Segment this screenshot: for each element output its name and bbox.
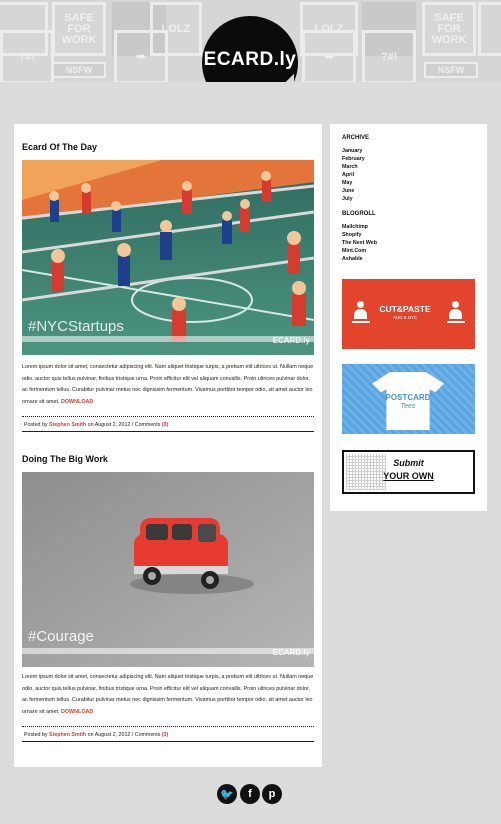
main-content: Ecard Of The Day #NYCStartups ECARD.ly L…: [14, 124, 322, 767]
image-hashtag: #NYCStartups: [28, 318, 124, 335]
comments-link[interactable]: (3): [162, 422, 168, 428]
blogroll-item[interactable]: Ashable: [342, 255, 377, 263]
post-title[interactable]: Ecard Of The Day: [22, 142, 314, 152]
header-tile: SAFE FOR WORK: [52, 2, 106, 56]
comments-link[interactable]: (3): [162, 732, 168, 738]
twitter-icon[interactable]: 🐦: [217, 784, 237, 804]
archive-item[interactable]: March: [342, 163, 365, 171]
blogroll-item[interactable]: Mailchimp: [342, 223, 377, 231]
post-body: Lorem ipsum dolor sit amet, consectetur …: [22, 674, 314, 715]
blogroll-list: Mailchimp Shopify The Next Web Mint.Com …: [342, 223, 377, 263]
cutpaste-banner[interactable]: CUT&PASTE AUG 8 NYC: [342, 279, 475, 349]
submit-your-own-banner[interactable]: Submit YOUR OWN: [342, 450, 475, 494]
facebook-icon[interactable]: f: [240, 784, 260, 804]
arrow-icon: ➥: [114, 30, 168, 82]
sidebar: ARCHIVE January February March April May…: [330, 124, 487, 511]
pinterest-icon[interactable]: p: [262, 784, 282, 804]
cutpaste-subtitle: AUG 8 NYC: [392, 315, 418, 320]
image-watermark: ECARD.ly: [272, 336, 310, 345]
blogroll-item[interactable]: Shopify: [342, 231, 377, 239]
header-tile: [478, 2, 501, 56]
image-hashtag: #Courage: [28, 628, 94, 645]
arrow-icon: ➥: [302, 30, 356, 82]
image-watermark: ECARD.ly: [272, 648, 310, 657]
post-image-car[interactable]: #Courage ECARD.ly: [22, 472, 314, 667]
post-body: Lorem ipsum dolor sit amet, consectetur …: [22, 364, 314, 405]
author-link[interactable]: Stephen Smith: [49, 732, 86, 738]
ecard-logo[interactable]: ECARD.ly: [202, 16, 298, 82]
archive-item[interactable]: May: [342, 179, 365, 187]
post: Doing The Big Work #Courage ECARD.ly Lor…: [22, 454, 314, 742]
download-link[interactable]: DOWNLOAD: [61, 709, 93, 715]
post-image-foosball[interactable]: #NYCStartups ECARD.ly: [22, 160, 314, 355]
archive-item[interactable]: January: [342, 147, 365, 155]
archive-item[interactable]: June: [342, 187, 365, 195]
person-icon: [447, 301, 465, 323]
header-pattern: SAFE FOR WORK LOLZ ?#! ➥ NSFW LOLZ SAFE …: [0, 0, 501, 82]
person-icon: [352, 301, 370, 323]
archive-heading: ARCHIVE: [342, 135, 370, 141]
author-link[interactable]: Stephen Smith: [49, 422, 86, 428]
archive-item[interactable]: February: [342, 155, 365, 163]
post-meta: Posted by Stephen Smith on August 2, 201…: [22, 416, 314, 432]
blogroll-item[interactable]: The Next Web: [342, 239, 377, 247]
blogroll-item[interactable]: Mint.Com: [342, 247, 377, 255]
download-link[interactable]: DOWNLOAD: [61, 399, 93, 405]
cutpaste-title: CUT&PASTE: [379, 304, 431, 314]
logo-text: ECARD.ly: [203, 49, 297, 70]
submit-bottom-text: YOUR OWN: [383, 471, 434, 481]
postcard-tees-banner[interactable]: POSTCARD Tees: [342, 364, 475, 434]
blogroll-heading: BLOGROLL: [342, 211, 376, 217]
postcard-subtitle: Tees: [400, 403, 416, 410]
post: Ecard Of The Day #NYCStartups ECARD.ly L…: [22, 142, 314, 432]
postcard-title: POSTCARD: [385, 393, 431, 402]
archive-list: January February March April May June Ju…: [342, 147, 365, 203]
header-strip: NSFW: [424, 62, 478, 78]
header-tile: ?#!: [0, 30, 54, 82]
header-tile: ?#!: [362, 30, 416, 82]
archive-item[interactable]: July: [342, 195, 365, 203]
post-meta: Posted by Stephen Smith on August 2, 201…: [22, 726, 314, 742]
submit-top-text: Submit: [393, 458, 424, 468]
archive-item[interactable]: April: [342, 171, 365, 179]
logo-peel-icon: [264, 74, 294, 82]
post-title[interactable]: Doing The Big Work: [22, 454, 314, 464]
header-tile: SAFE FOR WORK: [422, 2, 476, 56]
header-strip: NSFW: [52, 62, 106, 78]
